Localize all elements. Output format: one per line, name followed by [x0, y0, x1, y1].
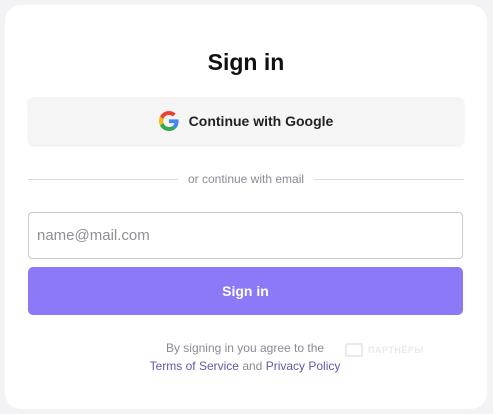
sign-in-button[interactable]: Sign in [28, 267, 463, 315]
watermark-logo-icon [345, 343, 363, 357]
divider-line-right [314, 178, 464, 180]
privacy-policy-link[interactable]: Privacy Policy [266, 359, 341, 373]
google-icon [158, 111, 179, 131]
terms-conjunction: and [242, 359, 263, 373]
watermark: ПАРТНЁРЫ [345, 343, 424, 357]
terms-notice: By signing in you agree to the Terms of … [115, 339, 375, 375]
continue-with-google-button[interactable]: Continue with Google [28, 97, 464, 145]
page-title: Sign in [207, 49, 285, 75]
email-divider: or continue with email [28, 169, 464, 189]
terms-of-service-link[interactable]: Terms of Service [150, 359, 239, 373]
terms-links-line: Terms of Service and Privacy Policy [115, 357, 375, 375]
divider-text: or continue with email [187, 172, 305, 186]
sign-in-card: Sign in Continue with Google or continue… [5, 5, 487, 409]
watermark-text: ПАРТНЁРЫ [368, 345, 424, 355]
email-field[interactable] [28, 212, 463, 259]
divider-line-left [28, 178, 178, 180]
terms-prefix: By signing in you agree to the [165, 341, 325, 355]
continue-with-google-label: Continue with Google [188, 113, 334, 129]
